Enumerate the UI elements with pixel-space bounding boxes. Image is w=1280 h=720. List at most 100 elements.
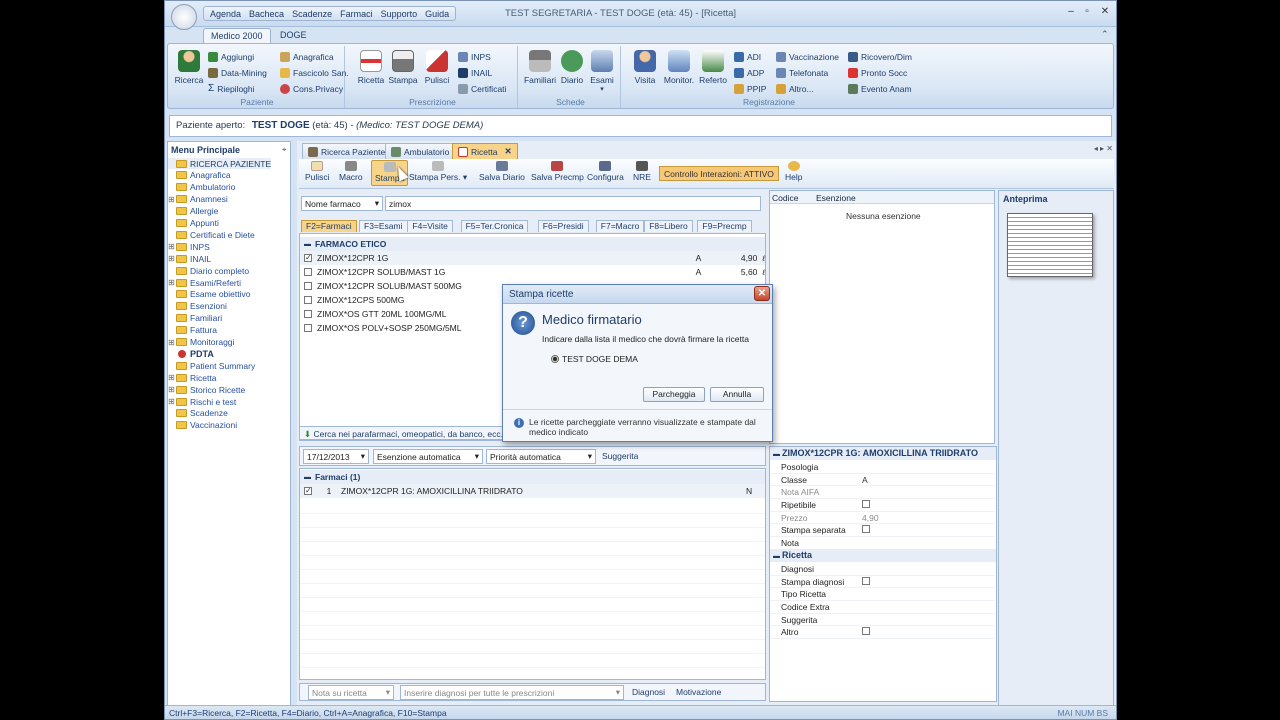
vaccinazione-button[interactable]: Vaccinazione [776, 50, 839, 63]
diario-button[interactable]: Diario [555, 50, 589, 85]
prescription-checkbox[interactable]: ✓ [304, 487, 312, 495]
menu-item[interactable]: Vaccinazioni [168, 420, 237, 431]
diagnosi-link[interactable]: Diagnosi [632, 687, 665, 697]
filter-tab[interactable]: F7=Macro [595, 220, 645, 232]
menu-item[interactable]: Esame obiettivo [168, 289, 250, 300]
privacy-button[interactable]: Cons.Privacy [280, 82, 343, 95]
suggerita-link[interactable]: Suggerita [602, 451, 638, 461]
menu-item[interactable]: Ambulatorio [168, 182, 235, 193]
expand-icon[interactable]: ⊞ [168, 195, 175, 204]
altro-button[interactable]: Altro... [776, 82, 814, 95]
menu-item[interactable]: ⊞ Monitoraggi [168, 337, 234, 348]
menu-item[interactable]: ⊞ Ricetta [168, 372, 216, 383]
filter-tab[interactable]: F8=Libero [644, 220, 693, 232]
menu-item[interactable]: ⊞ Esami/Referti [168, 277, 241, 288]
menu-item[interactable]: Diario completo [168, 265, 249, 276]
expand-icon[interactable]: ⊞ [168, 373, 175, 382]
property-checkbox[interactable] [856, 525, 995, 535]
maximize-icon[interactable]: ▫ [1077, 6, 1097, 17]
tab-ricerca-paziente[interactable]: Ricerca Paziente [302, 143, 392, 159]
tab-ricetta[interactable]: Ricetta ✕ [452, 143, 518, 159]
expand-icon[interactable]: ⊞ [168, 338, 175, 347]
property-row[interactable]: Nota AIFA [770, 486, 995, 500]
prescription-row[interactable]: ✓ 1 ZIMOX*12CPR 1G: AMOXICILLINA TRIIDRATO… [300, 484, 765, 498]
data-mining-button[interactable]: Data-Mining [208, 66, 267, 79]
property-row[interactable]: Altro [770, 627, 995, 640]
drug-checkbox[interactable] [304, 310, 312, 318]
property-row[interactable]: Ripetibile [770, 499, 995, 512]
aggiungi-button[interactable]: Aggiungi [208, 50, 254, 63]
property-row[interactable]: Nota [770, 537, 995, 550]
menu-item[interactable]: PDTA [168, 348, 214, 359]
menu-item[interactable]: Scadenze [168, 408, 228, 419]
property-row[interactable]: Diagnosi [770, 563, 995, 576]
telefonata-button[interactable]: Telefonata [776, 66, 828, 79]
salva-precmp-button[interactable]: Salva Precmp [531, 161, 584, 182]
property-row[interactable]: Stampa diagnosi [770, 576, 995, 589]
expand-icon[interactable]: ⊞ [168, 254, 175, 263]
stampa-ribbon-button[interactable]: Stampa [386, 50, 420, 85]
menu-item[interactable]: Esenzioni [168, 301, 227, 312]
info-small-icon[interactable]: ℓ [762, 254, 765, 263]
filter-tab[interactable]: F6=Presidi [537, 220, 589, 232]
evento-anam-button[interactable]: Evento Anam [848, 82, 912, 95]
ribbon-collapse-icon[interactable]: ⌃ [1101, 29, 1109, 40]
menu-item[interactable]: Fattura [168, 325, 217, 336]
inail-button[interactable]: INAIL [458, 66, 492, 79]
adp-button[interactable]: ADP [734, 66, 764, 79]
quick-agenda-link[interactable]: Agenda [210, 9, 241, 19]
interazioni-toggle[interactable]: Controllo Interazioni: ATTIVO [659, 166, 779, 181]
drug-checkbox[interactable]: ✓ [304, 254, 312, 262]
configura-button[interactable]: Configura [587, 161, 624, 182]
menu-item[interactable]: ⊞ Storico Ricette [168, 384, 245, 395]
expand-icon[interactable]: ⊞ [168, 242, 175, 251]
salva-diario-button[interactable]: Salva Diario [479, 161, 525, 182]
menu-item[interactable]: RICERCA PAZIENTE [168, 158, 272, 169]
menu-item[interactable]: ⊞ Rischi e test [168, 396, 236, 407]
property-checkbox[interactable] [856, 627, 995, 637]
priority-select[interactable]: Priorità automatica ▾ [486, 449, 596, 464]
parcheggia-button[interactable]: Parcheggia [643, 387, 705, 402]
fascicolo-button[interactable]: Fascicolo San. [280, 66, 349, 79]
pulisci-button[interactable]: Pulisci [305, 161, 330, 182]
familiari-button[interactable]: Familiari [523, 50, 557, 85]
quick-bacheca-link[interactable]: Bacheca [249, 9, 284, 19]
anagrafica-button[interactable]: Anagrafica [280, 50, 334, 63]
menu-item[interactable]: ⊞ Anamnesi [168, 194, 228, 205]
close-icon[interactable]: ✕ [1095, 6, 1115, 17]
menu-item[interactable]: ⊞ INAIL [168, 253, 211, 264]
filter-tab[interactable]: F9=Precmp [697, 220, 752, 232]
drug-row[interactable]: ✓ ZIMOX*12CPR 1G A 4,90 ℓ [300, 251, 765, 265]
drug-search-input[interactable]: zimox [385, 196, 761, 211]
filter-tab[interactable]: F5=Ter.Cronica [460, 220, 529, 232]
diagnosis-input[interactable]: Inserire diagnosi per tutte le prescrizi… [400, 685, 624, 700]
tab-doge[interactable]: DOGE [273, 28, 314, 43]
tab-nav-icons[interactable]: ◂ ▸ ✕ [1094, 144, 1113, 153]
drug-row[interactable]: ZIMOX*12CPR SOLUB/MAST 1G A 5,60 ℓ [300, 265, 765, 279]
property-row[interactable]: Codice Extra [770, 601, 995, 614]
menu-item[interactable]: Allergie [168, 206, 218, 217]
certificati-button[interactable]: Certificati [458, 82, 506, 95]
stampa-pers-button[interactable]: Stampa Pers. ▾ [409, 161, 467, 183]
drug-checkbox[interactable] [304, 282, 312, 290]
expand-icon[interactable]: ⊞ [168, 385, 175, 394]
pronto-soccorso-button[interactable]: Pronto Socc [848, 66, 907, 79]
property-row[interactable]: Stampa separata [770, 525, 995, 538]
menu-item[interactable]: Appunti [168, 218, 219, 229]
esami-button[interactable]: Esami ▾ [585, 50, 619, 93]
inps-button[interactable]: INPS [458, 50, 491, 63]
drug-checkbox[interactable] [304, 324, 312, 332]
close-tab-icon[interactable]: ✕ [504, 146, 511, 157]
adi-button[interactable]: ADI [734, 50, 761, 63]
annulla-button[interactable]: Annulla [710, 387, 764, 402]
date-field[interactable]: 17/12/2013 ▾ [303, 449, 369, 464]
filter-tab[interactable]: F4=Visite [407, 220, 453, 232]
expand-icon[interactable]: ⊞ [168, 397, 175, 406]
menu-item[interactable]: Anagrafica [168, 170, 231, 181]
filter-tab[interactable]: F3=Esami [359, 220, 408, 232]
property-row[interactable]: Classe A [770, 474, 995, 487]
property-row[interactable]: Posologia [770, 461, 995, 474]
quick-farmaci-link[interactable]: Farmaci [340, 9, 373, 19]
menu-item[interactable]: Familiari [168, 313, 222, 324]
prescription-preview-thumbnail[interactable] [1007, 213, 1093, 277]
